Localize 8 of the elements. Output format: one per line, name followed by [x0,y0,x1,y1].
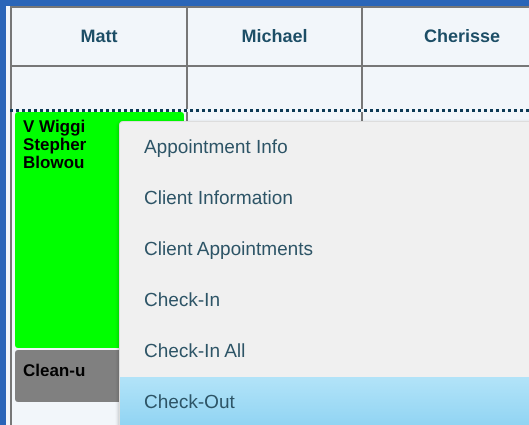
column-header: Matt [10,8,186,67]
appointment-text: Blowou [23,154,84,172]
appointment-text: Stepher [23,136,86,154]
appointment-text: Clean-u [23,362,86,380]
column-header: Cherisse [361,8,529,67]
appointment-text: V Wiggi [23,118,86,136]
menu-item[interactable]: Check-Out [120,377,529,425]
column-header: Michael [186,8,361,67]
